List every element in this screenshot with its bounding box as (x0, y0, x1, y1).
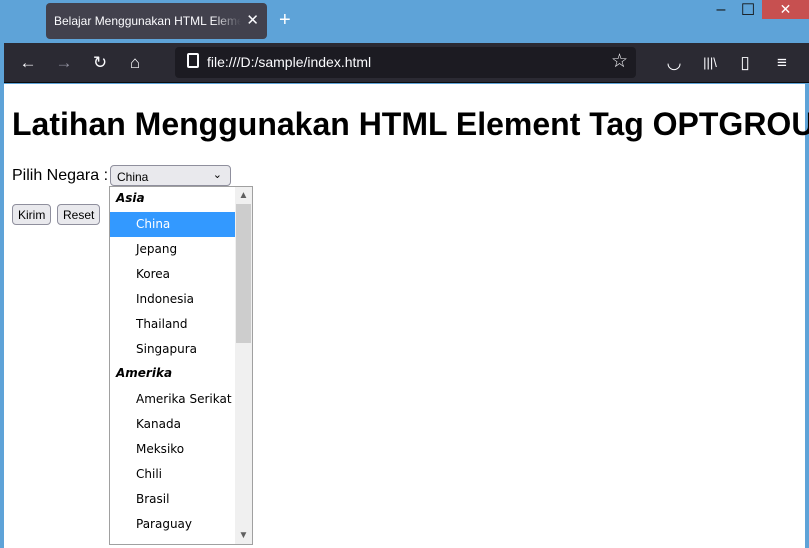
tab-close-icon[interactable]: ✕ (246, 11, 259, 29)
option-item[interactable]: Chili (110, 462, 235, 487)
option-item[interactable]: Indonesia (110, 287, 235, 312)
option-item[interactable]: Jepang (110, 237, 235, 262)
option-item[interactable]: Singapura (110, 337, 235, 362)
scroll-up-icon[interactable]: ▲ (235, 187, 252, 204)
forward-icon[interactable]: → (53, 53, 75, 73)
option-item[interactable]: Amerika Serikat (110, 387, 235, 412)
new-tab-button[interactable]: + (279, 9, 291, 32)
option-item[interactable]: China (110, 212, 235, 237)
menu-icon[interactable]: ≡ (771, 53, 793, 73)
optgroup-label: Asia (116, 191, 145, 205)
home-icon[interactable]: ⌂ (124, 53, 146, 73)
option-item[interactable]: Meksiko (110, 437, 235, 462)
country-label: Pilih Negara : (12, 167, 109, 184)
close-window-button[interactable]: ✕ (762, 0, 809, 19)
country-dropdown-list[interactable]: Asia China Jepang Korea Indonesia Thaila… (109, 186, 253, 545)
reload-icon[interactable]: ↻ (89, 53, 111, 73)
pocket-icon[interactable]: ◡ (663, 53, 685, 73)
minimize-icon: – (716, 0, 726, 18)
address-bar[interactable]: file:///D:/sample/index.html ☆ (175, 47, 636, 78)
sidebar-icon[interactable]: ▯ (734, 53, 756, 73)
tab-title: Belajar Menggunakan HTML Element Tag OPT… (54, 14, 241, 28)
scrollbar-thumb[interactable] (236, 204, 251, 343)
submit-button[interactable]: Kirim (12, 204, 52, 225)
select-value: China (117, 170, 149, 184)
bookmark-star-icon[interactable]: ☆ (611, 50, 628, 73)
url-text[interactable]: file:///D:/sample/index.html (207, 54, 371, 70)
chevron-down-icon: ⌄ (212, 169, 222, 181)
option-item[interactable]: Thailand (110, 312, 235, 337)
back-icon[interactable]: ← (17, 53, 39, 73)
page-icon (187, 53, 199, 68)
scroll-down-icon[interactable]: ▼ (235, 527, 252, 544)
option-item[interactable]: Brasil (110, 487, 235, 512)
maximize-icon: ☐ (740, 1, 756, 19)
option-item[interactable]: Kanada (110, 412, 235, 437)
reset-button[interactable]: Reset (57, 204, 101, 225)
close-icon: ✕ (779, 1, 792, 17)
title-bar: Belajar Menggunakan HTML Element Tag OPT… (0, 0, 809, 43)
navigation-toolbar: ← → ↻ ⌂ file:///D:/sample/index.html ☆ ◡… (4, 43, 809, 83)
dropdown-scrollbar[interactable]: ▲ ▼ (235, 187, 252, 544)
optgroup-label: Amerika (116, 366, 173, 380)
option-item[interactable]: Korea (110, 262, 235, 287)
country-select[interactable]: China ⌄ (110, 165, 231, 186)
page-content: Latihan Menggunakan HTML Element Tag OPT… (4, 84, 809, 548)
page-title: Latihan Menggunakan HTML Element Tag OPT… (12, 106, 809, 142)
maximize-button[interactable]: ☐ (730, 0, 766, 19)
browser-tab[interactable]: Belajar Menggunakan HTML Element Tag OPT… (46, 3, 267, 39)
library-icon[interactable]: |||\ (699, 55, 721, 70)
option-item[interactable]: Paraguay (110, 512, 235, 537)
